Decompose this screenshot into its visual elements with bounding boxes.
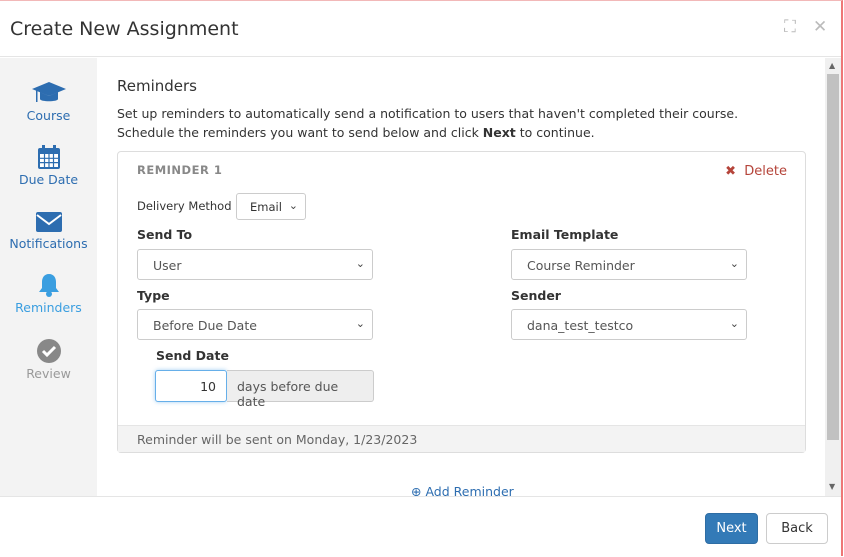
close-icon[interactable]: ✕: [813, 17, 827, 37]
step-notifications[interactable]: Notifications: [0, 210, 97, 251]
send-to-select[interactable]: User ⌄: [137, 249, 373, 280]
chevron-down-icon: ⌄: [355, 257, 365, 270]
dialog-header: Create New Assignment ⛶ ✕: [0, 1, 841, 57]
delete-reminder-button[interactable]: ✖ Delete: [725, 164, 787, 179]
chevron-down-icon: ⌄: [355, 317, 365, 330]
reminder-title: REMINDER 1: [137, 163, 223, 177]
reminder-schedule-note: Reminder will be sent on Monday, 1/23/20…: [118, 425, 805, 452]
plus-circle-icon: ⊕: [411, 484, 422, 496]
send-to-label: Send To: [137, 227, 193, 242]
chevron-down-icon: ⌄: [288, 199, 298, 212]
step-reminders[interactable]: Reminders: [0, 272, 97, 315]
graduation-cap-icon: [31, 82, 66, 102]
dialog: Create New Assignment ⛶ ✕ Course Due Dat…: [0, 0, 843, 556]
next-button[interactable]: Next: [705, 513, 758, 544]
main-content: Reminders Set up reminders to automatica…: [97, 58, 825, 496]
sender-label: Sender: [511, 288, 561, 303]
email-template-label: Email Template: [511, 227, 619, 242]
section-description: Set up reminders to automatically send a…: [117, 106, 739, 140]
step-course[interactable]: Course: [0, 80, 97, 123]
scrollbar[interactable]: ▲ ▼: [825, 58, 841, 496]
scroll-down-icon[interactable]: ▼: [829, 482, 835, 491]
send-date-suffix: days before due date: [227, 370, 374, 409]
email-template-select[interactable]: Course Reminder ⌄: [511, 249, 747, 280]
check-circle-icon: [36, 339, 61, 363]
dialog-title: Create New Assignment: [10, 18, 239, 40]
reminder-card: REMINDER 1 ✖ Delete Delivery Method Emai…: [117, 151, 806, 453]
envelope-icon: [35, 212, 62, 232]
scrollbar-thumb[interactable]: [827, 74, 839, 440]
type-label: Type: [137, 288, 170, 303]
scroll-up-icon[interactable]: ▲: [829, 61, 835, 70]
back-button[interactable]: Back: [766, 513, 828, 544]
section-title: Reminders: [117, 77, 197, 95]
chevron-down-icon: ⌄: [729, 257, 739, 270]
wizard-steps: Course Due Date Notifications Reminders …: [0, 58, 97, 496]
delete-icon: ✖: [725, 164, 737, 179]
dialog-footer: Next Back: [0, 496, 841, 557]
calendar-icon: [37, 145, 60, 169]
add-reminder-button[interactable]: ⊕ Add Reminder: [411, 484, 514, 496]
sender-select[interactable]: dana_test_testco ⌄: [511, 309, 747, 340]
step-due-date[interactable]: Due Date: [0, 144, 97, 187]
delivery-method-label: Delivery Method: [137, 199, 232, 213]
send-date-days-input[interactable]: 10: [155, 370, 227, 402]
maximize-icon[interactable]: ⛶: [784, 17, 796, 37]
chevron-down-icon: ⌄: [729, 317, 739, 330]
step-review: Review: [0, 338, 97, 381]
type-select[interactable]: Before Due Date ⌄: [137, 309, 373, 340]
bell-icon: [38, 274, 59, 297]
send-date-label: Send Date: [156, 348, 229, 363]
delivery-method-select[interactable]: Email ⌄: [236, 193, 306, 220]
